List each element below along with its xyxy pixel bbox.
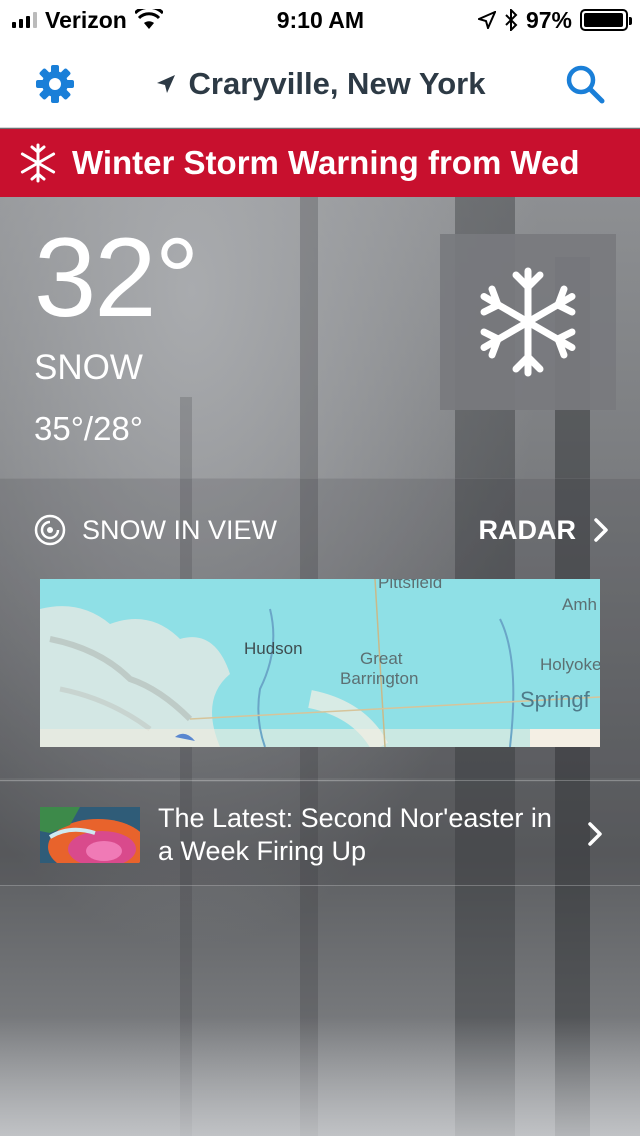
map-label-hudson: Hudson bbox=[244, 639, 303, 658]
chevron-right-icon bbox=[594, 518, 608, 542]
snow-in-view-header: SNOW IN VIEW RADAR bbox=[0, 500, 640, 560]
weather-alert-banner[interactable]: Winter Storm Warning from Wed bbox=[0, 129, 640, 197]
status-right: 97% bbox=[477, 6, 632, 34]
chevron-right-icon[interactable] bbox=[588, 822, 602, 846]
wifi-icon bbox=[134, 9, 163, 29]
high-low-temperature: 35°/28° bbox=[34, 410, 143, 447]
news-thumbnail-image bbox=[40, 807, 140, 863]
status-bar: Verizon 9:10 AM 97% bbox=[0, 0, 640, 40]
location-title[interactable]: Craryville, New York bbox=[110, 66, 530, 102]
news-headline: The Latest: Second Nor'easter in a Week … bbox=[158, 803, 552, 866]
battery-fill bbox=[583, 13, 623, 27]
battery-icon bbox=[579, 9, 632, 31]
battery-percent: 97% bbox=[525, 6, 572, 33]
current-condition: SNOW bbox=[34, 348, 143, 387]
status-left: Verizon bbox=[12, 7, 163, 34]
map-label-pittsfield: Pittsfield bbox=[378, 579, 443, 592]
current-temperature: 32° bbox=[34, 215, 199, 340]
condition-icon-box bbox=[440, 234, 616, 410]
news-thumbnail[interactable] bbox=[40, 807, 140, 863]
gear-icon bbox=[36, 64, 74, 103]
radar-map-layer bbox=[40, 579, 600, 747]
section-divider bbox=[0, 780, 640, 781]
search-icon bbox=[566, 65, 605, 103]
bluetooth-icon bbox=[505, 9, 518, 31]
location-arrow-icon bbox=[156, 74, 175, 93]
radar-map[interactable]: Pittsfield Amh Hudson Great Barrington H… bbox=[40, 579, 600, 747]
map-label-barrington: Barrington bbox=[340, 669, 419, 688]
alert-text: Winter Storm Warning from Wed bbox=[72, 144, 580, 181]
location-name: Craryville, New York bbox=[188, 65, 486, 101]
signal-strength-icon bbox=[12, 12, 37, 28]
map-label-holyoke: Holyoke bbox=[540, 655, 600, 674]
search-button[interactable] bbox=[530, 40, 640, 128]
nav-bar: Craryville, New York bbox=[0, 40, 640, 128]
radar-icon bbox=[34, 514, 66, 546]
clock: 9:10 AM bbox=[276, 6, 365, 33]
location-services-icon bbox=[477, 11, 496, 29]
snow-in-view-title: SNOW IN VIEW bbox=[34, 514, 277, 546]
carrier-label: Verizon bbox=[45, 6, 127, 33]
settings-button[interactable] bbox=[0, 40, 110, 128]
snowflake-icon bbox=[20, 143, 56, 183]
snowflake-icon bbox=[480, 267, 576, 377]
map-label-great: Great bbox=[360, 649, 403, 668]
news-divider bbox=[0, 885, 640, 886]
snow-in-view-label: SNOW IN VIEW bbox=[82, 514, 277, 545]
map-label-springfield: Springf bbox=[520, 687, 590, 712]
radar-label: RADAR bbox=[478, 514, 577, 545]
radar-link[interactable]: RADAR bbox=[479, 515, 609, 546]
map-label-amherst: Amh bbox=[562, 595, 597, 614]
